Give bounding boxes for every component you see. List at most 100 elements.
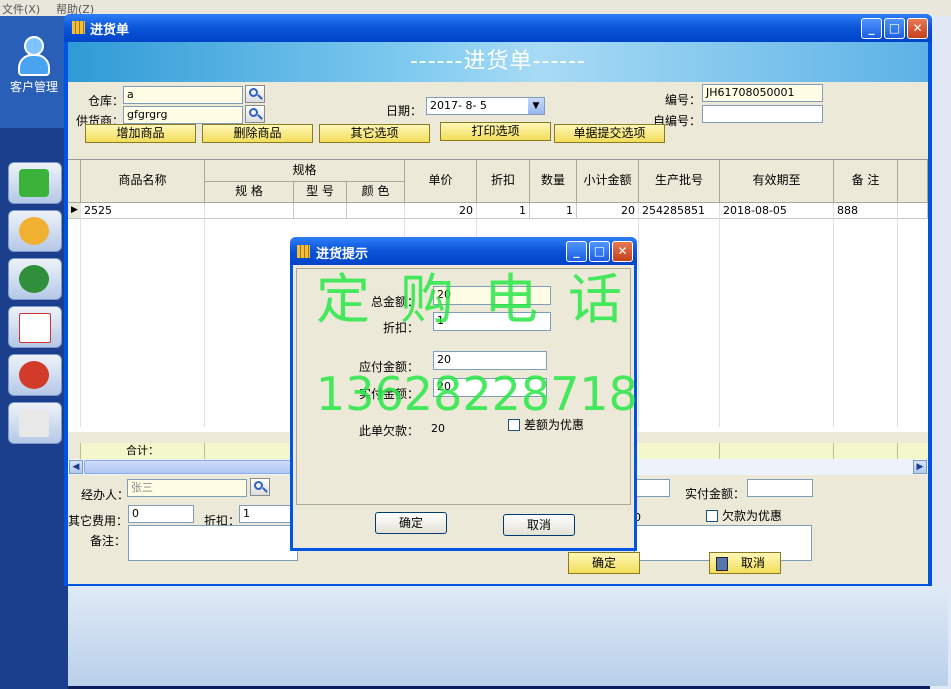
- sidebar-item-products[interactable]: [8, 162, 62, 204]
- other-fee-label: 其它费用：: [68, 514, 129, 528]
- ok-button[interactable]: 确定: [568, 552, 640, 574]
- sidebar-item-notes[interactable]: [8, 402, 62, 444]
- date-picker[interactable]: 2017- 8- 5 ▼: [426, 97, 545, 115]
- watermark-phone: 13628228718: [316, 367, 638, 421]
- header-expiry: 有效期至: [720, 160, 834, 203]
- cell-product-name[interactable]: 2525: [81, 203, 205, 219]
- cell-quantity[interactable]: 1: [530, 203, 577, 219]
- other-options-button[interactable]: 其它选项: [319, 124, 430, 143]
- notes-icon: [19, 409, 49, 437]
- remark-label: 备注：: [90, 534, 127, 548]
- header-spec: 规格: [205, 160, 405, 182]
- grid-icon: [72, 21, 85, 34]
- header-quantity: 数量: [530, 160, 577, 203]
- warehouse-field[interactable]: a: [123, 86, 243, 104]
- cancel-button-label: 取消: [740, 556, 765, 570]
- cell-batch[interactable]: 254285851: [639, 203, 720, 219]
- header-subtotal: 小计金额: [577, 160, 639, 203]
- footer-field-partial[interactable]: [634, 479, 670, 497]
- header-discount: 折扣: [477, 160, 530, 203]
- row-header-corner: [68, 160, 81, 203]
- debt-as-discount-checkbox[interactable]: [706, 510, 718, 522]
- exit-icon: [716, 557, 728, 571]
- cell-subtotal[interactable]: 20: [577, 203, 639, 219]
- delete-product-button[interactable]: 删除商品: [202, 124, 313, 143]
- self-number-field[interactable]: [702, 105, 823, 123]
- date-value: 2017- 8- 5: [430, 99, 487, 112]
- print-options-button[interactable]: 打印选项: [440, 122, 551, 141]
- header-batch: 生产批号: [639, 160, 720, 203]
- grid-icon: [297, 245, 310, 258]
- supplier-lookup-button[interactable]: [245, 105, 265, 123]
- window-titlebar[interactable]: 进货单 _ □ ✕: [64, 14, 932, 42]
- cell-remark[interactable]: 888: [834, 203, 898, 219]
- cell-discount[interactable]: 1: [477, 203, 530, 219]
- header-product-name: 商品名称: [81, 160, 205, 203]
- dialog-debt-label: 此单欠款：: [359, 424, 420, 438]
- header-filler: [898, 160, 928, 203]
- user-icon: [19, 217, 49, 245]
- sidebar-item-tools[interactable]: [8, 354, 62, 396]
- cell-color[interactable]: [347, 203, 405, 219]
- customer-icon: [14, 36, 50, 76]
- maximize-button[interactable]: □: [884, 18, 905, 39]
- number-label: 编号：: [665, 93, 702, 107]
- sidebar-title: 客户管理: [10, 80, 59, 94]
- column-divider: [833, 203, 834, 427]
- sidebar-item-globe[interactable]: [8, 258, 62, 300]
- page-title: ------进货单------: [409, 49, 587, 74]
- tools-icon: [19, 361, 49, 389]
- scroll-left-icon[interactable]: ◀: [69, 460, 83, 474]
- cell-filler: [898, 203, 928, 219]
- handler-label: 经办人：: [81, 488, 130, 502]
- chevron-down-icon[interactable]: ▼: [528, 98, 544, 114]
- cell-unit-price[interactable]: 20: [405, 203, 477, 219]
- background-sidebar: 客户管理: [0, 16, 68, 689]
- sidebar-item-chart[interactable]: [8, 306, 62, 348]
- header-band: ------进货单------: [68, 42, 928, 82]
- chart-icon: [19, 313, 51, 343]
- globe-icon: [19, 265, 49, 293]
- menu-file[interactable]: 文件(X): [2, 1, 40, 17]
- header-spec-size: 规 格: [205, 182, 294, 203]
- dialog-ok-button[interactable]: 确定: [375, 512, 447, 534]
- background-content: [68, 586, 948, 686]
- other-fee-field[interactable]: 0: [128, 505, 194, 523]
- header-remark: 备 注: [834, 160, 898, 203]
- sidebar-item-users[interactable]: [8, 210, 62, 252]
- supplier-field[interactable]: gfgrgrg: [123, 106, 243, 124]
- cube-icon: [19, 169, 49, 197]
- minimize-button[interactable]: _: [861, 18, 882, 39]
- header-unit-price: 单价: [405, 160, 477, 203]
- remark-field[interactable]: [128, 525, 298, 561]
- warehouse-label: 仓库：: [88, 94, 125, 108]
- total-label: 合计：: [81, 443, 205, 459]
- paid-field[interactable]: [747, 479, 813, 497]
- scrollbar-thumb[interactable]: [84, 460, 314, 474]
- handler-lookup-button[interactable]: [250, 478, 270, 496]
- column-divider: [897, 203, 898, 427]
- cell-model[interactable]: [294, 203, 347, 219]
- dialog-cancel-button[interactable]: 取消: [503, 514, 575, 536]
- column-divider: [719, 203, 720, 427]
- cell-spec-size[interactable]: [205, 203, 294, 219]
- warehouse-lookup-button[interactable]: [245, 85, 265, 103]
- add-product-button[interactable]: 增加商品: [85, 124, 196, 143]
- debt-as-discount-label: 欠款为优惠: [722, 509, 783, 523]
- column-divider: [80, 203, 81, 427]
- window-title: 进货单: [90, 23, 130, 38]
- paid-label: 实付金额：: [685, 487, 746, 501]
- number-field[interactable]: JH61708050001: [702, 84, 823, 102]
- dialog-debt-value: 20: [431, 422, 445, 435]
- column-divider: [204, 203, 205, 427]
- submit-options-button[interactable]: 单据提交选项: [554, 124, 665, 143]
- scroll-right-icon[interactable]: ▶: [913, 460, 927, 474]
- header-color: 颜 色: [347, 182, 405, 203]
- date-label: 日期：: [386, 104, 423, 118]
- close-button[interactable]: ✕: [907, 18, 928, 39]
- cancel-button[interactable]: 取消: [709, 552, 781, 574]
- header-model: 型 号: [294, 182, 347, 203]
- cell-expiry[interactable]: 2018-08-05: [720, 203, 834, 219]
- watermark-title: 定购电话: [316, 268, 652, 331]
- handler-field[interactable]: 张三: [127, 479, 247, 497]
